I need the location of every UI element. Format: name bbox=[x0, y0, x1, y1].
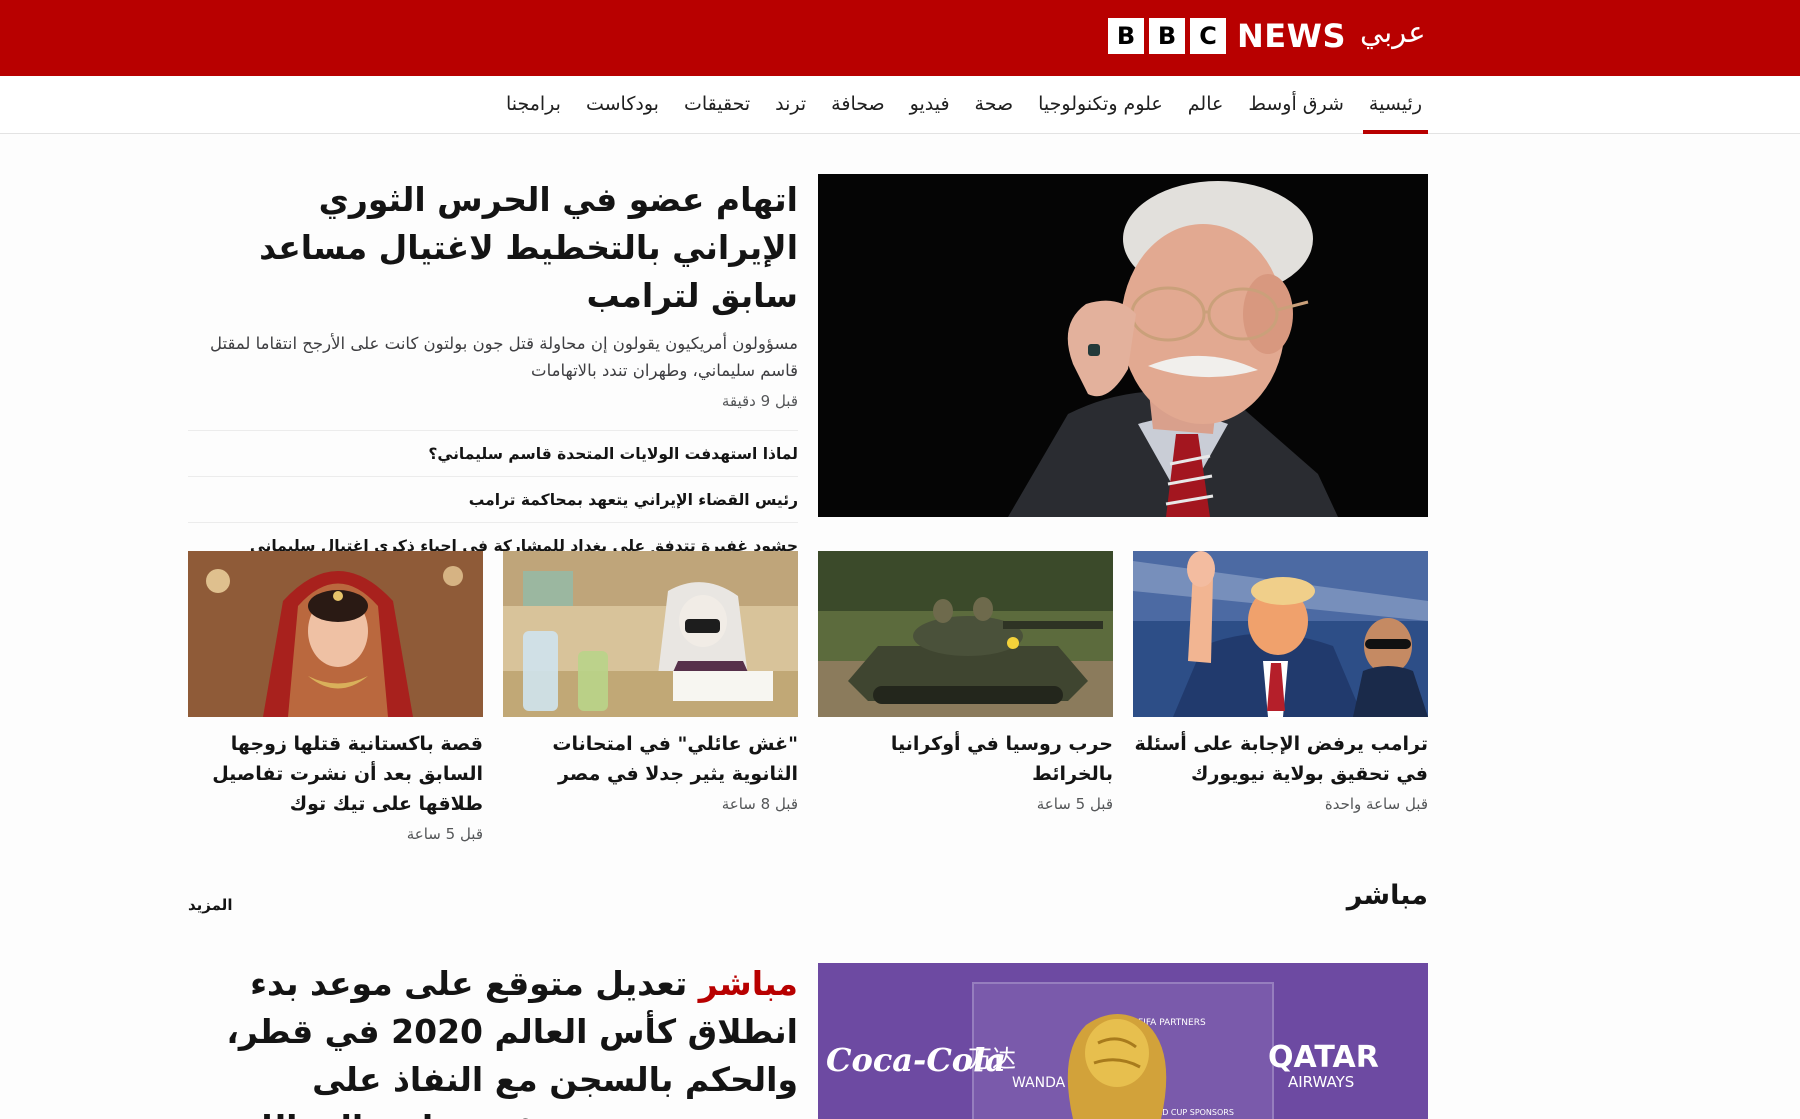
nav-list: رئيسية شرق أوسط عالم علوم وتكنولوجيا صحة… bbox=[487, 76, 1429, 134]
story-card-image[interactable] bbox=[1133, 551, 1428, 717]
story-card-image[interactable] bbox=[818, 551, 1113, 717]
story-card-image[interactable] bbox=[503, 551, 798, 717]
qatar-wordmark: QATAR bbox=[1268, 1040, 1379, 1075]
live-story-headline[interactable]: مباشر تعديل متوقع على موعد بدء انطلاق كأ… bbox=[188, 960, 798, 1119]
more-link[interactable]: المزيد bbox=[188, 896, 232, 914]
hero-portrait-illustration bbox=[818, 174, 1428, 517]
bbc-news-arabic-logo[interactable]: B B C NEWS عربي bbox=[1108, 15, 1426, 56]
logo-block-b2: B bbox=[1149, 18, 1185, 54]
live-section-header: مباشر المزيد bbox=[188, 880, 1428, 930]
trump-photo-illustration bbox=[1133, 551, 1428, 717]
story-card[interactable]: حرب روسيا في أوكرانيا بالخرائط قبل 5 ساع… bbox=[818, 551, 1113, 813]
logo-block-c: C bbox=[1190, 18, 1226, 54]
story-card-image[interactable] bbox=[188, 551, 483, 717]
hero-image[interactable] bbox=[818, 174, 1428, 517]
logo-news-word: NEWS bbox=[1237, 17, 1346, 55]
story-card-title[interactable]: "غش عائلي" في امتحانات الثانوية يثير جدل… bbox=[503, 729, 798, 789]
related-link[interactable]: رئيس القضاء الإيراني يتعهد بمحاكمة ترامب bbox=[188, 476, 798, 522]
nav-item-video[interactable]: فيديو bbox=[904, 76, 956, 134]
story-card-title[interactable]: حرب روسيا في أوكرانيا بالخرائط bbox=[818, 729, 1113, 789]
story-card-timestamp: قبل 5 ساعة bbox=[406, 825, 483, 843]
airways-wordmark: AIRWAYS bbox=[1288, 1073, 1354, 1091]
nav-item-investigations[interactable]: تحقيقات bbox=[678, 76, 756, 134]
live-tag: مباشر bbox=[698, 964, 798, 1003]
story-card-title[interactable]: ترامب يرفض الإجابة على أسئلة في تحقيق بو… bbox=[1133, 729, 1428, 789]
live-story: مباشر تعديل متوقع على موعد بدء انطلاق كأ… bbox=[188, 960, 798, 1119]
hero-story: اتهام عضو في الحرس الثوري الإيراني بالتخ… bbox=[188, 174, 798, 590]
hero-timestamp: قبل 9 دقيقة bbox=[721, 392, 798, 410]
world-cup-illustration: Coca-Cola QATAR AIRWAYS 万达 WANDA FIFA PA… bbox=[818, 963, 1428, 1119]
exam-photo-illustration bbox=[503, 551, 798, 717]
wanda-latin-wordmark: WANDA bbox=[1012, 1075, 1066, 1091]
nav-item-programs[interactable]: برامجنا bbox=[500, 76, 567, 134]
nav-item-trend[interactable]: ترند bbox=[769, 76, 812, 134]
wanda-wordmark: 万达 bbox=[968, 1045, 1016, 1073]
nav-item-middle-east[interactable]: شرق أوسط bbox=[1242, 76, 1350, 134]
tank-photo-illustration bbox=[818, 551, 1113, 717]
story-card-timestamp: قبل 5 ساعة bbox=[1036, 795, 1113, 813]
hero-summary: مسؤولون أمريكيون يقولون إن محاولة قتل جو… bbox=[210, 334, 798, 380]
related-link[interactable]: لماذا استهدفت الولايات المتحدة قاسم سليم… bbox=[188, 430, 798, 476]
logo-block-b1: B bbox=[1108, 18, 1144, 54]
nav-item-world[interactable]: عالم bbox=[1182, 76, 1230, 134]
story-card[interactable]: ترامب يرفض الإجابة على أسئلة في تحقيق بو… bbox=[1133, 551, 1428, 813]
story-card[interactable]: قصة باكستانية قتلها زوجها السابق بعد أن … bbox=[188, 551, 483, 843]
nav-item-health[interactable]: صحة bbox=[969, 76, 1020, 134]
live-section-title: مباشر bbox=[1346, 880, 1428, 911]
main-navigation: رئيسية شرق أوسط عالم علوم وتكنولوجيا صحة… bbox=[0, 76, 1800, 134]
bride-photo-illustration bbox=[188, 551, 483, 717]
top-bar: B B C NEWS عربي bbox=[0, 0, 1800, 76]
nav-item-home[interactable]: رئيسية bbox=[1362, 76, 1429, 134]
story-card-title[interactable]: قصة باكستانية قتلها زوجها السابق بعد أن … bbox=[188, 729, 483, 819]
hero-headline[interactable]: اتهام عضو في الحرس الثوري الإيراني بالتخ… bbox=[188, 176, 798, 320]
nav-item-podcast[interactable]: بودكاست bbox=[580, 76, 665, 134]
story-card-timestamp: قبل ساعة واحدة bbox=[1324, 795, 1428, 813]
logo-arabic-word: عربي bbox=[1359, 15, 1426, 49]
nav-item-science-tech[interactable]: علوم وتكنولوجيا bbox=[1032, 76, 1169, 134]
nav-item-press[interactable]: صحافة bbox=[825, 76, 890, 134]
story-card-timestamp: قبل 8 ساعة bbox=[721, 795, 798, 813]
story-card[interactable]: "غش عائلي" في امتحانات الثانوية يثير جدل… bbox=[503, 551, 798, 813]
live-story-image[interactable]: Coca-Cola QATAR AIRWAYS 万达 WANDA FIFA PA… bbox=[818, 963, 1428, 1119]
